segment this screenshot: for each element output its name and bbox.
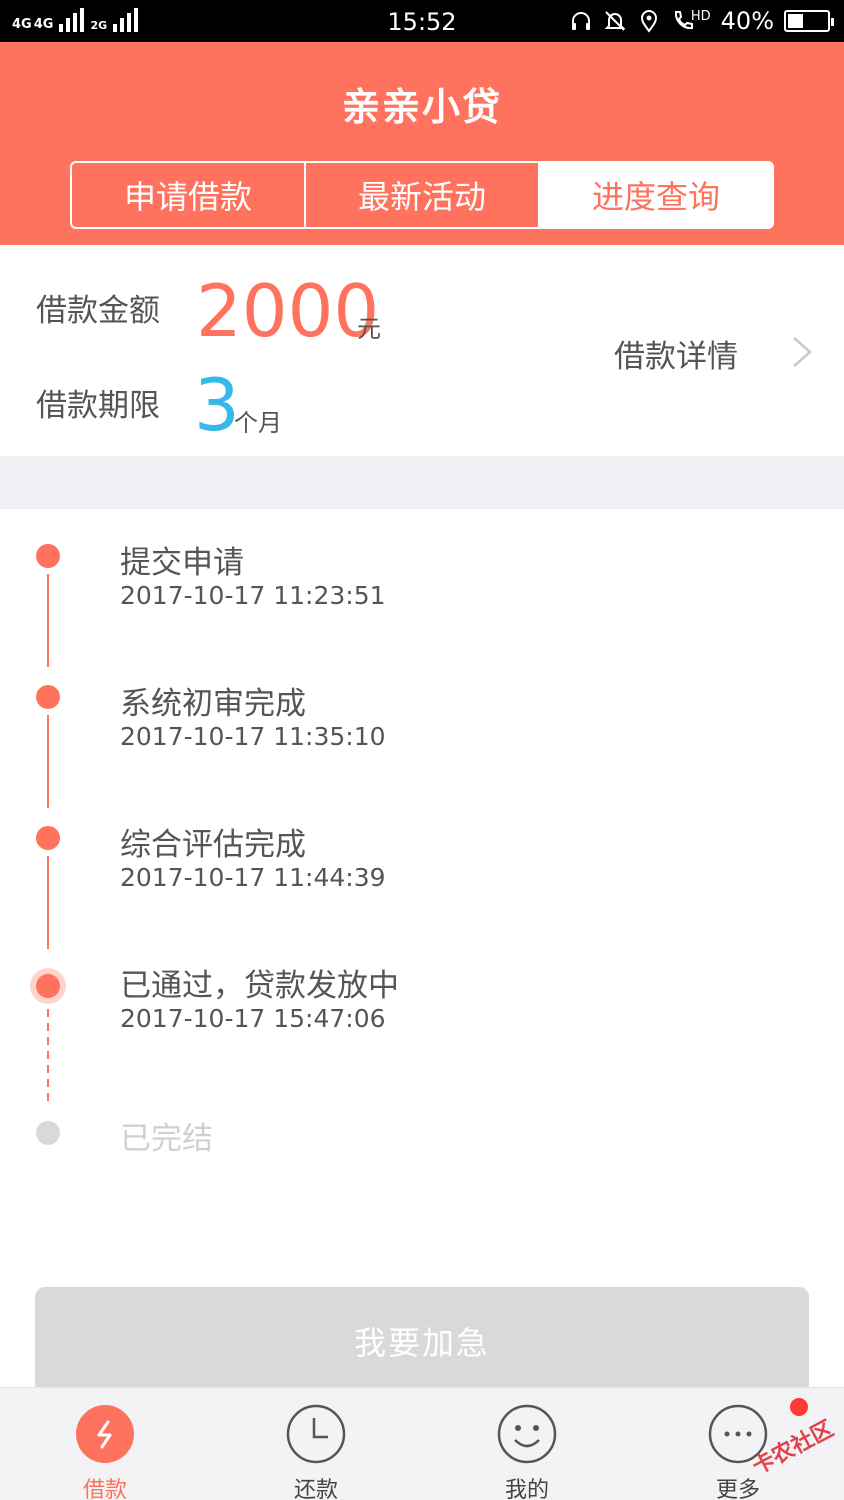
timeline-connector	[47, 856, 49, 949]
timeline-dot-done	[36, 544, 60, 568]
app-title: 亲亲小贷	[341, 85, 502, 129]
timeline-step-time: 2017-10-17 11:35:10	[120, 722, 386, 751]
timeline-dot-current	[36, 974, 60, 998]
timeline-dot-done	[36, 685, 60, 709]
battery-percent: 40%	[720, 7, 774, 35]
bell-muted-icon	[604, 11, 626, 31]
clock-icon	[286, 1404, 346, 1464]
app-header: 亲亲小贷 申请借款 最新活动 进度查询	[0, 42, 844, 245]
loan-summary: 借款金额 2000 元 借款期限 3 个月 借款详情	[0, 245, 844, 456]
nav-label: 我的	[504, 1478, 549, 1500]
timeline-step-title: 综合评估完成	[120, 827, 306, 863]
term-unit: 个月	[234, 409, 282, 437]
battery-icon	[784, 10, 834, 32]
hd-label: HD	[690, 9, 711, 24]
status-bar: 4G 4G 2G 15:52 HD 40%	[0, 0, 844, 42]
amount-unit: 元	[357, 315, 381, 343]
amount-value: 2000	[196, 269, 380, 353]
header-tabs: 申请借款 最新活动 进度查询	[70, 161, 774, 229]
timeline-dot-done	[36, 826, 60, 850]
location-icon	[640, 10, 657, 33]
timeline-step-title: 系统初审完成	[120, 686, 306, 722]
timeline-step-time: 2017-10-17 15:47:06	[120, 1004, 386, 1033]
bottom-nav: 借款 还款 我的 更多	[0, 1387, 844, 1500]
tab-progress-query[interactable]: 进度查询	[540, 163, 772, 227]
nav-label: 还款	[293, 1478, 338, 1500]
term-label: 借款期限	[36, 388, 160, 424]
chevron-right-icon[interactable]	[790, 335, 814, 369]
nav-item-repay[interactable]: 还款	[246, 1388, 386, 1500]
nav-item-borrow[interactable]: 借款	[35, 1388, 175, 1500]
tab-latest-activity[interactable]: 最新活动	[306, 163, 540, 227]
nav-label: 借款	[82, 1478, 127, 1500]
progress-timeline: 提交申请 2017-10-17 11:23:51 系统初审完成 2017-10-…	[0, 509, 844, 1389]
timeline-step-title: 已完结	[120, 1121, 213, 1157]
timeline-dot-pending	[36, 1121, 60, 1145]
timeline-connector-pending	[47, 1009, 49, 1105]
term-value: 3	[194, 363, 240, 447]
timeline-connector	[47, 574, 49, 667]
nav-item-mine[interactable]: 我的	[457, 1388, 597, 1500]
timeline-step-time: 2017-10-17 11:23:51	[120, 581, 386, 610]
expedite-button[interactable]: 我要加急	[35, 1287, 809, 1395]
timeline-step-title: 提交申请	[120, 545, 244, 581]
headphones-icon	[571, 12, 590, 30]
timeline-step-title: 已通过，贷款发放中	[120, 968, 399, 1004]
status-icons: HD 40%	[569, 7, 834, 35]
amount-label: 借款金额	[36, 293, 160, 329]
section-divider	[0, 456, 844, 509]
smiley-icon	[497, 1404, 557, 1464]
timeline-connector	[47, 715, 49, 808]
timeline-step-time: 2017-10-17 11:44:39	[120, 863, 386, 892]
lightning-icon	[76, 1405, 134, 1463]
hd-call-indicator: HD	[671, 9, 711, 33]
loan-detail-link[interactable]: 借款详情	[614, 331, 738, 376]
tab-apply-loan[interactable]: 申请借款	[72, 163, 306, 227]
